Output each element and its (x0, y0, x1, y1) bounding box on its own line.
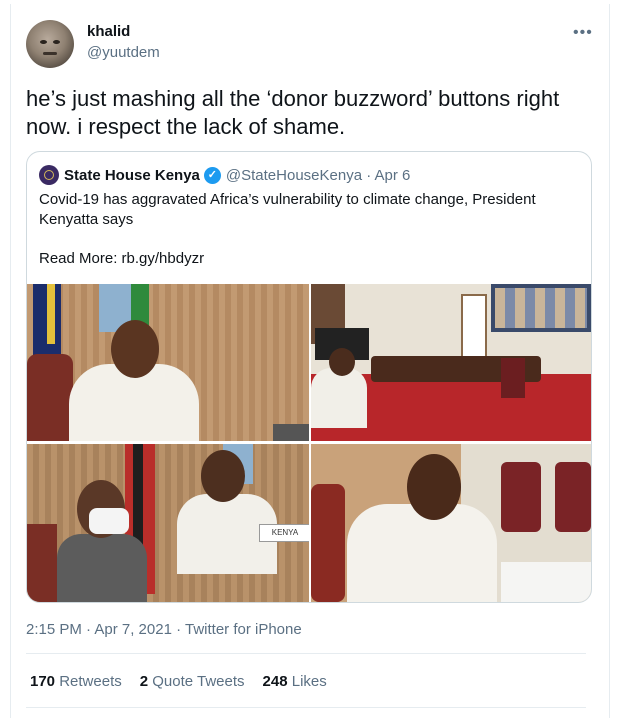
document (501, 562, 591, 602)
quote-tweets-label: Quote Tweets (152, 673, 245, 690)
avatar-eye (53, 40, 60, 44)
chair (27, 354, 73, 441)
name-plate: KENYA (259, 524, 309, 542)
quote-tweets-count: 2 (139, 673, 149, 690)
quote-tweets-stat[interactable]: 2 Quote Tweets (140, 673, 245, 690)
window (461, 294, 487, 358)
likes-stat[interactable]: 248 Likes (263, 673, 327, 690)
flag-stripe (47, 284, 55, 344)
divider (26, 707, 586, 708)
face-mask (89, 508, 129, 534)
photo-2[interactable] (311, 284, 591, 441)
retweets-stat[interactable]: 170 Retweets (30, 673, 122, 690)
quoted-tweet[interactable]: State House Kenya ✓ @StateHouseKenya · A… (26, 151, 592, 603)
verified-badge-icon: ✓ (203, 166, 221, 184)
chair (501, 462, 541, 532)
quoted-handle-date: @StateHouseKenya · Apr 6 (225, 166, 411, 184)
photo-3[interactable]: KENYA (27, 444, 309, 602)
engagement-stats: 170 Retweets 2 Quote Tweets 248 Likes (30, 673, 327, 690)
photo-4[interactable] (311, 444, 591, 602)
chair (27, 524, 57, 602)
tweet-timestamp[interactable]: 2:15 PM · Apr 7, 2021 · Twitter for iPho… (26, 621, 302, 638)
chair (555, 462, 591, 532)
avatar-eye (40, 40, 47, 44)
more-icon[interactable]: ••• (573, 24, 593, 42)
retweets-label: Retweets (59, 673, 122, 690)
video-participants (495, 288, 587, 328)
quoted-tweet-header: State House Kenya ✓ @StateHouseKenya · A… (39, 164, 410, 186)
quoted-read-more: Read More: rb.gy/hbdyzr (39, 250, 205, 267)
likes-label: Likes (291, 673, 327, 690)
person-head (111, 320, 159, 378)
divider (26, 653, 586, 654)
chair (501, 358, 525, 398)
quoted-author-avatar[interactable] (39, 165, 59, 185)
likes-count: 248 (262, 673, 288, 690)
retweets-count: 170 (30, 673, 56, 690)
author-avatar[interactable] (26, 20, 74, 68)
photo-grid: KENYA (27, 284, 591, 602)
person-suit (57, 534, 147, 602)
person-shirt (311, 368, 367, 428)
chair (311, 484, 345, 602)
quoted-author-name[interactable]: State House Kenya (64, 167, 200, 184)
person-head (329, 348, 355, 376)
microphone (273, 424, 309, 441)
person-head (407, 454, 461, 520)
person-shirt (347, 504, 497, 602)
tweet-text: he’s just mashing all the ‘donor buzzwor… (26, 86, 560, 139)
quoted-tweet-text: Covid-19 has aggravated Africa’s vulnera… (39, 191, 536, 228)
author-name[interactable]: khalid (87, 23, 130, 40)
avatar-mouth (43, 52, 57, 55)
person-head (201, 450, 245, 502)
photo-1[interactable] (27, 284, 309, 441)
author-handle[interactable]: @yuutdem (87, 44, 160, 61)
